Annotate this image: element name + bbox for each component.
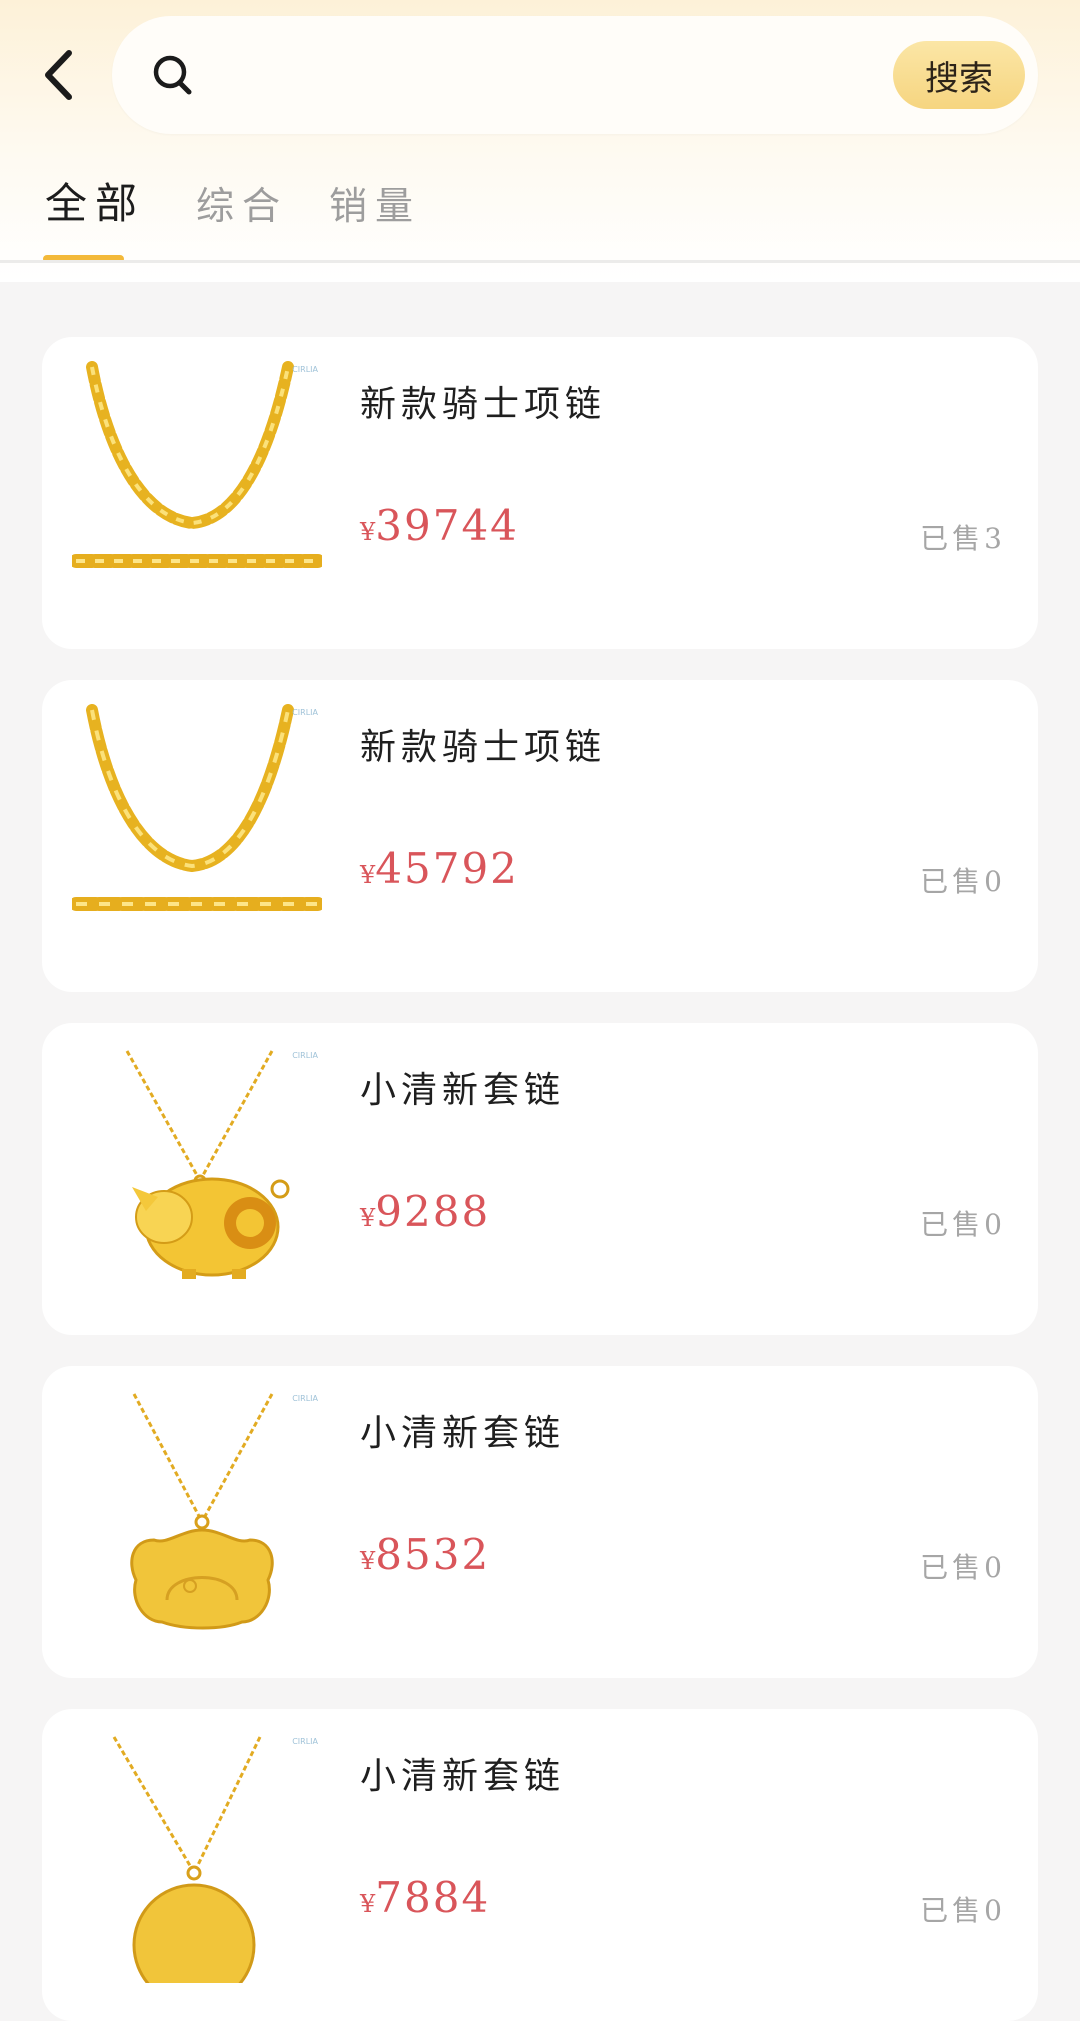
product-image-gold-chain: CIRLIA (72, 361, 322, 611)
search-input[interactable] (212, 46, 892, 104)
product-card[interactable]: CIRLIA 新款骑士项链 ¥45792 已售0 (42, 680, 1038, 992)
search-bar: 搜索 (112, 16, 1038, 134)
product-price: ¥7884 (360, 1873, 491, 1922)
sold-count: 已售0 (920, 1894, 1006, 1927)
sold-count: 已售0 (920, 865, 1006, 898)
product-title: 小清新套链 (360, 1070, 566, 1111)
product-price: ¥45792 (360, 844, 519, 893)
product-title: 新款骑士项链 (360, 727, 607, 768)
watermark: CIRLIA (292, 1394, 318, 1403)
product-image-lock-pendant: CIRLIA (72, 1390, 322, 1640)
back-button[interactable] (30, 42, 86, 108)
tab-comprehensive[interactable]: 综合 (196, 175, 288, 245)
product-title: 新款骑士项链 (360, 384, 607, 425)
watermark: CIRLIA (292, 708, 318, 717)
product-card[interactable]: CIRLIA 小清新套链 ¥9288 已售0 (42, 1023, 1038, 1335)
watermark: CIRLIA (292, 365, 318, 374)
product-image-pig-pendant: CIRLIA (72, 1047, 322, 1297)
product-price: ¥9288 (360, 1187, 491, 1236)
watermark: CIRLIA (292, 1051, 318, 1060)
sold-count: 已售0 (920, 1208, 1006, 1241)
watermark: CIRLIA (292, 1737, 318, 1746)
tab-bar: 全部 综合 销量 (0, 165, 1080, 265)
tab-sales[interactable]: 销量 (329, 175, 421, 245)
product-price: ¥8532 (360, 1530, 491, 1579)
search-icon (153, 55, 192, 95)
top-header: 搜索 全部 综合 销量 (0, 0, 1080, 282)
divider (0, 260, 1080, 263)
sold-count: 已售0 (920, 1551, 1006, 1584)
product-image-gold-chain: CIRLIA (72, 704, 322, 954)
search-button[interactable]: 搜索 (893, 41, 1025, 109)
product-card[interactable]: CIRLIA 小清新套链 ¥8532 已售0 (42, 1366, 1038, 1678)
product-card[interactable]: CIRLIA 新款骑士项链 ¥39744 已售3 (42, 337, 1038, 649)
product-card[interactable]: CIRLIA 小清新套链 ¥7884 已售0 (42, 1709, 1038, 2021)
product-price: ¥39744 (360, 501, 519, 550)
sold-count: 已售3 (920, 522, 1006, 555)
chevron-left-icon (45, 50, 72, 100)
product-image-round-pendant: CIRLIA (72, 1733, 322, 1983)
product-title: 小清新套链 (360, 1756, 566, 1797)
tab-all[interactable]: 全部 (45, 170, 145, 240)
product-title: 小清新套链 (360, 1413, 566, 1454)
